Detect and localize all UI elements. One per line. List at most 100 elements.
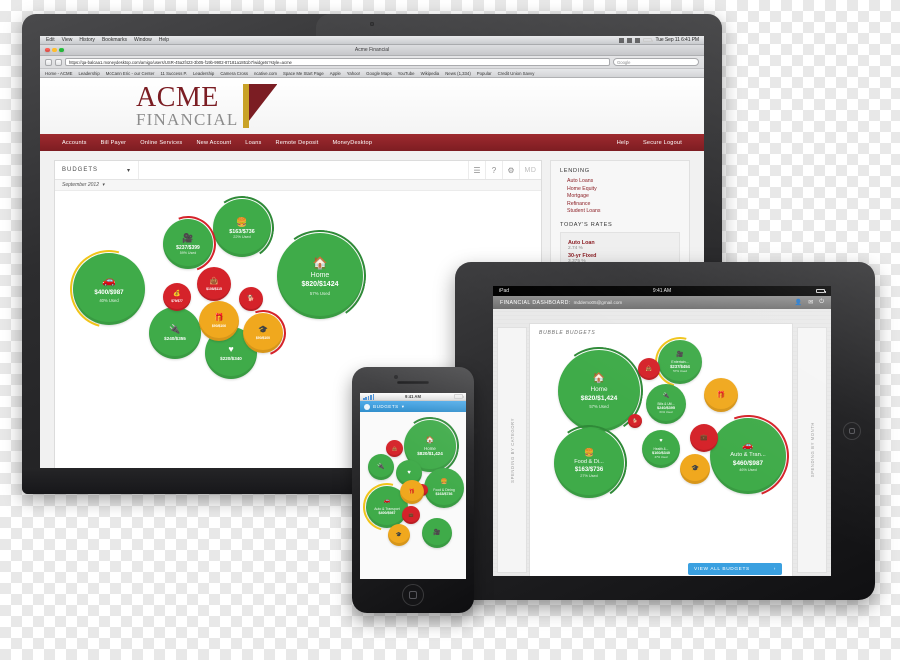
budget-bubble-education[interactable]: 🎓 $90/$100 [232,302,294,364]
budget-bubble-gifts[interactable]: 🎁 $90/$106 [199,301,239,341]
help-icon[interactable]: ? [485,161,502,179]
budget-bubble-bag[interactable]: 💼 [402,506,420,524]
search-input[interactable]: Google [613,58,699,66]
menubar-clock[interactable]: Tue Sep 11 6:41 PM [655,37,699,43]
bookmark-item[interactable]: Home - ACME [45,71,72,76]
bookmark-item[interactable]: McCann Eric - our Center [106,71,155,76]
bookmark-item[interactable]: Yahoo! [347,71,360,76]
menubar-status-items[interactable]: Tue Sep 11 6:41 PM [619,37,704,43]
nav-secure-logout[interactable]: Secure Logout [643,140,682,146]
dog-icon: 🐕 [247,296,255,302]
bookmark-item[interactable]: Google Maps [366,71,392,76]
chevron-down-icon[interactable]: ▾ [402,404,405,410]
nav-help[interactable]: Help [617,140,629,146]
bookmark-item[interactable]: ncative.com [254,71,277,76]
budget-bubble-health[interactable]: ♥ Health &... $160/$340 47% Used [642,430,680,468]
menu-view[interactable]: View [62,37,73,43]
budget-bubble-auto[interactable]: 🚗 Auto & Tran... $460/$987 46% Used [693,401,803,511]
bookmark-item[interactable]: News (1,334) [445,71,471,76]
bluetooth-icon[interactable] [627,37,633,43]
webcam-icon [370,22,374,26]
acme-logo[interactable]: ACME FINANCIAL [136,84,277,128]
power-icon[interactable]: ⏻ [819,299,824,306]
budget-bubble-shopping[interactable]: 👜 [386,440,403,457]
nav-remote-deposit[interactable]: Remote Deposit [276,140,319,146]
budget-bubble-gifts[interactable]: 🎁 [704,378,738,412]
budget-bubble-pets[interactable]: 🐕 [628,414,642,428]
budget-bubble-food[interactable]: 🍔 Food & Dining $163/$736 [424,468,464,508]
budget-bubble-shopping[interactable]: 👜 $108/$115 [197,267,231,301]
view-all-budgets-button[interactable]: VIEW ALL BUDGETS › [688,563,782,575]
budget-bubble-food[interactable]: 🍔 $163/$736 22% Used [204,190,280,266]
budget-bubble-pets[interactable]: 🐕 [239,287,263,311]
spending-by-category-rail[interactable]: SPENDING BY CATEGORY [497,327,527,573]
user-icon[interactable]: 👤 [795,299,802,306]
bookmark-item[interactable]: 11 Success P. [160,71,187,76]
bookmark-item[interactable]: Popular [477,71,492,76]
budget-bubble-cash[interactable]: 💰 $79/$77 [163,283,191,311]
mail-icon[interactable]: ✉ [808,299,813,306]
budget-name: Home [424,445,436,451]
nav-moneydesktop[interactable]: MoneyDesktop [332,140,372,146]
menu-history[interactable]: History [79,37,95,43]
budget-bubble-bills[interactable]: 🔌 [368,454,394,480]
handbag-icon: 👜 [392,445,397,451]
card-title: BUBBLE BUDGETS [539,330,596,336]
menu-window[interactable]: Window [134,37,152,43]
bookmark-item[interactable]: Leadership [78,71,99,76]
forward-button[interactable] [55,58,62,66]
menu-edit[interactable]: Edit [46,37,55,43]
budget-bubble-education[interactable]: 🎓 [388,524,410,546]
budget-bubble-gifts[interactable]: 🎁 [400,480,424,504]
nav-accounts[interactable]: Accounts [62,140,87,146]
address-bar[interactable]: https://qa-balcaa1.moneydesktop.com/amig… [65,58,610,66]
nav-new-account[interactable]: New Account [196,140,231,146]
sidebar-item-refinance[interactable]: Refinance [567,201,680,207]
budget-bubble-bills[interactable]: 🔌 $240/$355 [149,307,201,359]
budget-bubble-entertainment[interactable]: 🎥 $237/$399 59% Used [150,206,226,282]
home-button[interactable] [843,422,861,440]
budget-bubble-education[interactable]: 🎓 [680,454,710,484]
budget-percent: 59% Used [179,250,197,255]
budget-bubble-food[interactable]: 🍔 Food & Di... $163/$736 27% Used [544,418,634,508]
budget-bubble-entertainment[interactable]: 🎥 [422,518,452,548]
bookmark-item[interactable]: Camera Cross [220,71,248,76]
wifi-icon[interactable] [619,37,625,43]
menubar-menus[interactable]: Edit View History Bookmarks Window Help [40,37,619,43]
sidebar-item-mortgage[interactable]: Mortgage [567,193,680,199]
bookmark-item[interactable]: Leadership [193,71,214,76]
budget-bubble-bills[interactable]: 🔌 Bills & Util... $240/$395 61% Used [646,384,686,424]
menu-bookmarks[interactable]: Bookmarks [102,37,127,43]
nav-bill-payer[interactable]: Bill Payer [101,140,127,146]
menu-help[interactable]: Help [159,37,169,43]
bookmark-item[interactable]: YouTube [398,71,415,76]
bookmark-item[interactable]: Space Me Start Page [283,71,324,76]
month-selector[interactable]: September 2012 ▾ [55,180,541,191]
battery-icon[interactable] [643,37,654,43]
app-title: BUDGETS [373,404,399,409]
budget-bubble-auto[interactable]: 🚗 $400/$987 40% Used [55,235,163,343]
sidebar-item-student-loans[interactable]: Student Loans [567,208,680,214]
browser-tab-title[interactable]: Acme Financial [40,47,704,53]
bookmarks-bar[interactable]: Home - ACME Leadership McCann Eric - our… [40,68,704,77]
budget-bubble-home[interactable]: 🏠 Home $820/$1424 57% Used [266,222,374,330]
bookmark-item[interactable]: Apple [330,71,341,76]
bookmark-item[interactable]: Credit Union Savvy [498,71,535,76]
home-button[interactable] [402,584,424,606]
tablet-device: iPad 9:41 AM FINANCIAL DASHBOARD: mddemo… [455,262,875,600]
gear-icon[interactable]: ⚙ [502,161,519,179]
sidebar-item-auto-loans[interactable]: Auto Loans [567,178,680,184]
budget-bubble-entertainment[interactable]: 🎥 Entertain... $237/$454 57% Used [645,327,715,397]
nav-loans[interactable]: Loans [245,140,261,146]
budget-bubble-shopping[interactable]: 👜 [638,358,660,380]
sidebar-item-home-equity[interactable]: Home Equity [567,186,680,192]
budgets-dropdown[interactable]: BUDGETS ▾ [55,161,139,179]
volume-icon[interactable] [635,37,641,43]
spending-by-month-rail[interactable]: SPENDING BY MONTH [797,327,827,573]
back-button[interactable] [45,58,52,66]
bookmark-item[interactable]: Wikipedia [421,71,440,76]
nav-online-services[interactable]: Online Services [140,140,182,146]
budget-bubble-bag[interactable]: 💼 [690,424,718,452]
list-view-icon[interactable]: ☰ [468,161,485,179]
chevron-down-icon: ▾ [126,167,131,174]
